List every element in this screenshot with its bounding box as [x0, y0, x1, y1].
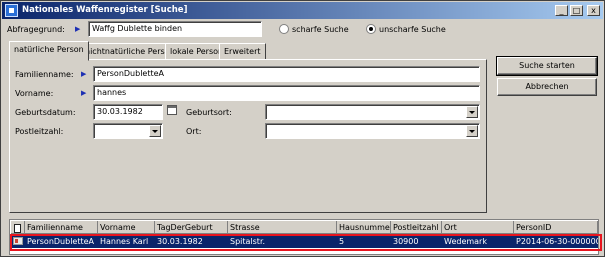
close-button[interactable]: x	[587, 5, 600, 16]
geburtsort-select[interactable]	[265, 104, 480, 120]
calendar-icon[interactable]	[167, 105, 177, 115]
maximize-button[interactable]: □	[570, 5, 583, 16]
ort-select[interactable]	[265, 123, 480, 139]
fuzzy-search-radio[interactable]	[366, 24, 376, 34]
search-button[interactable]: Suche starten	[496, 56, 598, 76]
ort-label: Ort:	[186, 127, 202, 136]
postleitzahl-label: Postleitzahl:	[15, 127, 64, 136]
required-marker-icon: ▶	[81, 89, 87, 97]
chevron-down-icon[interactable]	[466, 125, 478, 137]
search-window: Nationales Waffenregister [Suche] _ □ x …	[0, 0, 605, 257]
app-icon	[5, 4, 18, 17]
sharp-search-radio[interactable]	[279, 24, 289, 34]
familienname-label: Familienname:	[15, 70, 74, 79]
fuzzy-search-label[interactable]: unscharfe Suche	[379, 25, 446, 34]
search-reason-input[interactable]: Waffg Dublette binden	[88, 21, 262, 37]
familienname-input[interactable]: PersonDubletteA	[93, 66, 480, 82]
required-marker-icon: ▶	[75, 25, 81, 33]
selected-row-highlight	[10, 234, 602, 251]
column-header[interactable]: Ort	[442, 221, 514, 234]
results-table: Familienname Vorname TagDerGeburt Strass…	[9, 219, 602, 255]
column-header[interactable]: Vorname	[98, 221, 155, 234]
minimize-button[interactable]: _	[555, 5, 568, 16]
column-header-icon	[11, 221, 25, 234]
title-bar[interactable]: Nationales Waffenregister [Suche] _ □ x	[2, 2, 603, 19]
chevron-down-icon[interactable]	[466, 106, 478, 118]
geburtsdatum-label: Geburtsdatum:	[15, 108, 76, 117]
column-header[interactable]: Postleitzahl	[391, 221, 442, 234]
postleitzahl-select[interactable]	[93, 123, 163, 139]
tab-advanced[interactable]: Erweitert	[219, 43, 266, 60]
geburtsort-label: Geburtsort:	[186, 108, 232, 117]
geburtsdatum-input[interactable]: 30.03.1982	[93, 104, 163, 120]
column-header[interactable]: PersonID	[514, 221, 598, 234]
column-header[interactable]: Hausnummer	[337, 221, 391, 234]
column-header[interactable]: Strasse	[228, 221, 337, 234]
window-title: Nationales Waffenregister [Suche]	[22, 5, 188, 15]
cancel-button[interactable]: Abbrechen	[497, 78, 597, 96]
tab-natural-person[interactable]: natürliche Person	[9, 41, 89, 61]
column-header[interactable]: TagDerGeburt	[155, 221, 228, 234]
sharp-search-label[interactable]: scharfe Suche	[292, 25, 349, 34]
vorname-label: Vorname:	[15, 89, 54, 98]
search-reason-label: Abfragegrund:	[7, 25, 65, 34]
document-icon	[14, 224, 21, 233]
required-marker-icon: ▶	[81, 70, 87, 78]
column-header[interactable]: Familienname	[25, 221, 98, 234]
vorname-input[interactable]: hannes	[93, 85, 480, 101]
chevron-down-icon[interactable]	[149, 125, 161, 137]
